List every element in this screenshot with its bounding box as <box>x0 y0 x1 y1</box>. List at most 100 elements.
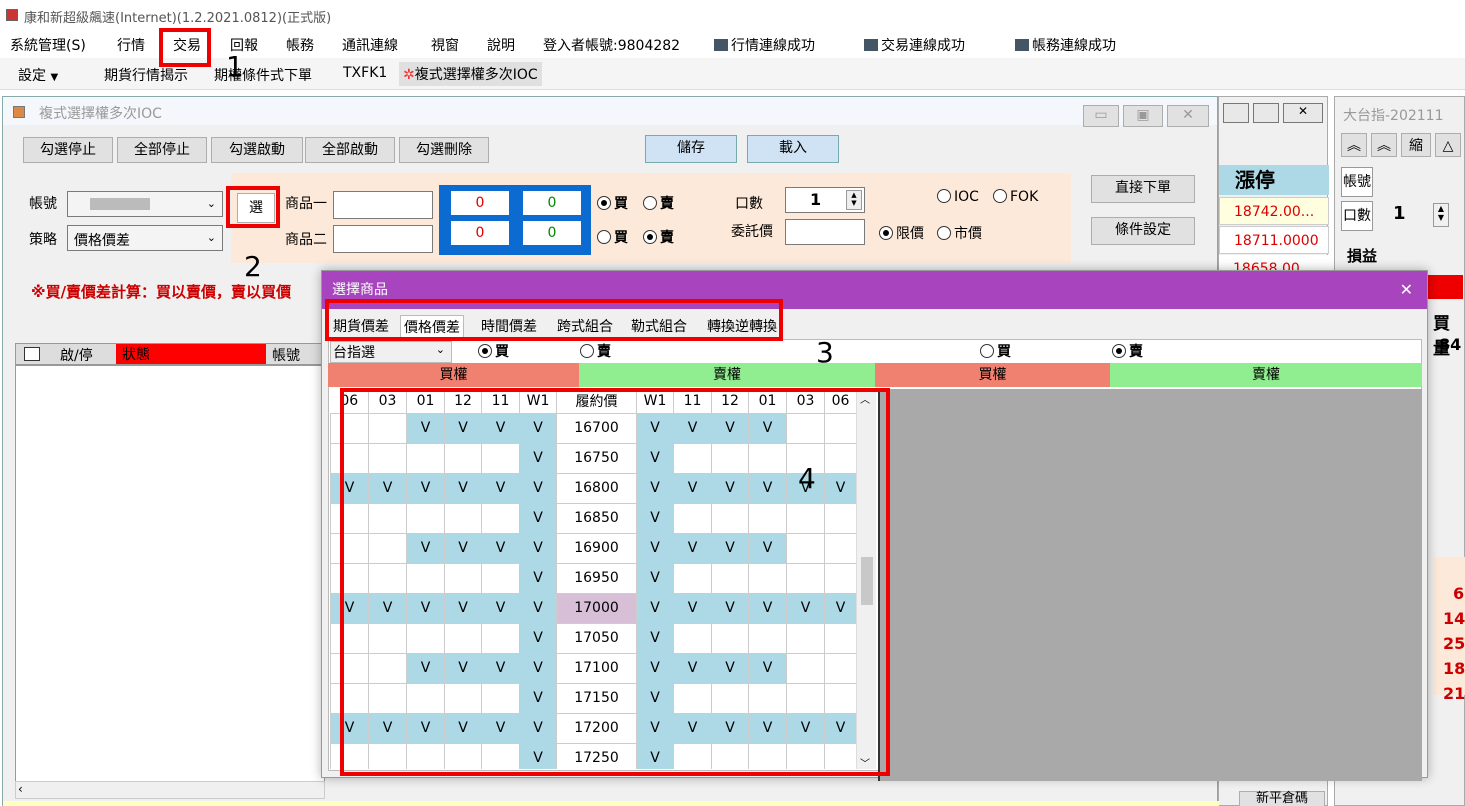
call-option-cell[interactable]: V <box>519 592 557 624</box>
leg2-buy-radio[interactable]: 買 <box>597 227 628 247</box>
put-option-cell[interactable] <box>786 652 825 684</box>
futures-qty-value[interactable]: 1 <box>1393 203 1406 224</box>
put-option-cell[interactable]: V <box>636 682 674 714</box>
price-input[interactable] <box>785 219 865 245</box>
put-option-cell[interactable] <box>786 622 825 654</box>
put-option-cell[interactable] <box>748 562 787 594</box>
ioc-radio[interactable]: IOC <box>937 189 979 205</box>
shrink-button[interactable]: 縮 <box>1401 133 1431 157</box>
fok-radio[interactable]: FOK <box>993 189 1038 205</box>
call-option-cell[interactable] <box>330 652 369 684</box>
put-option-cell[interactable] <box>748 742 787 769</box>
all-stop-button[interactable]: 全部停止 <box>117 137 207 163</box>
call-option-cell[interactable] <box>444 622 482 654</box>
call-option-cell[interactable]: V <box>519 742 557 769</box>
call-option-cell[interactable]: V <box>406 532 445 564</box>
restore-icon[interactable] <box>1223 103 1249 123</box>
call-option-cell[interactable]: V <box>330 712 369 744</box>
put-option-cell[interactable]: V <box>748 532 787 564</box>
put-option-cell[interactable]: V <box>636 502 674 534</box>
all-start-button[interactable]: 全部啟動 <box>305 137 395 163</box>
put-option-cell[interactable] <box>786 532 825 564</box>
call-option-cell[interactable]: V <box>481 712 520 744</box>
minimize-icon[interactable]: ▭ <box>1083 105 1119 127</box>
call-option-cell[interactable] <box>330 412 369 444</box>
call-option-cell[interactable] <box>444 742 482 769</box>
call-option-cell[interactable]: V <box>481 652 520 684</box>
close-icon[interactable]: ✕ <box>1400 271 1413 309</box>
put-option-cell[interactable]: V <box>711 712 749 744</box>
put-option-cell[interactable]: V <box>636 562 674 594</box>
put-option-cell[interactable] <box>711 562 749 594</box>
qty-input[interactable]: 1 ▲ ▼ <box>785 187 865 213</box>
tab-strangle[interactable]: 勒式組合 <box>628 315 690 339</box>
spinner-icon[interactable]: ▲ ▼ <box>846 190 862 210</box>
put-option-cell[interactable]: V <box>748 652 787 684</box>
load-button[interactable]: 載入 <box>747 135 839 163</box>
strategy-select[interactable]: 價格價差 ⌄ <box>67 225 223 251</box>
call-option-cell[interactable] <box>406 502 445 534</box>
call-option-cell[interactable]: V <box>481 532 520 564</box>
select-all-checkbox[interactable] <box>24 347 40 361</box>
checked-delete-button[interactable]: 勾選刪除 <box>399 137 489 163</box>
qty-spinner[interactable]: ▲ ▼ <box>1433 203 1449 227</box>
maximize-icon[interactable]: ▣ <box>1123 105 1163 127</box>
call-option-cell[interactable]: V <box>406 592 445 624</box>
put-option-cell[interactable]: V <box>636 742 674 769</box>
call-option-cell[interactable]: V <box>444 532 482 564</box>
call-option-cell[interactable]: V <box>519 472 557 504</box>
put-option-cell[interactable] <box>673 622 712 654</box>
select-product-button[interactable]: 選 <box>237 193 275 223</box>
call-option-cell[interactable]: V <box>406 472 445 504</box>
put-option-cell[interactable]: V <box>673 592 712 624</box>
call-option-cell[interactable]: V <box>519 412 557 444</box>
put-option-cell[interactable]: V <box>636 592 674 624</box>
menu-connection[interactable]: 通訊連線 <box>342 35 398 55</box>
toolbar-multi-ioc[interactable]: ✲複式選擇權多次IOC <box>399 62 542 86</box>
put-option-cell[interactable] <box>748 502 787 534</box>
put-option-cell[interactable]: V <box>748 592 787 624</box>
call-option-cell[interactable]: V <box>368 592 407 624</box>
call-option-cell[interactable] <box>481 742 520 769</box>
put-option-cell[interactable]: V <box>636 712 674 744</box>
put-option-cell[interactable]: V <box>824 472 857 504</box>
put-option-cell[interactable]: V <box>636 412 674 444</box>
account-select[interactable]: ⌄ <box>67 191 223 217</box>
checked-stop-button[interactable]: 勾選停止 <box>23 137 113 163</box>
market-price-radio[interactable]: 市價 <box>937 223 982 243</box>
put-option-cell[interactable]: V <box>748 412 787 444</box>
left-buy-radio[interactable]: 買 <box>478 341 509 361</box>
call-option-cell[interactable] <box>330 562 369 594</box>
limit-price-radio[interactable]: 限價 <box>879 223 924 243</box>
put-option-cell[interactable]: V <box>824 592 857 624</box>
chevron-up-icon[interactable]: ︽ <box>1341 133 1367 157</box>
call-option-cell[interactable] <box>330 532 369 564</box>
scroll-down-icon[interactable]: ﹀ <box>860 755 870 769</box>
menu-window[interactable]: 視窗 <box>431 35 459 55</box>
call-option-cell[interactable]: V <box>481 412 520 444</box>
index-select[interactable]: 台指選 ⌄ <box>330 341 452 363</box>
put-option-cell[interactable] <box>824 742 857 769</box>
tab-price-spread[interactable]: 價格價差 <box>400 315 464 339</box>
put-option-cell[interactable] <box>673 502 712 534</box>
put-option-cell[interactable] <box>748 622 787 654</box>
menu-trade[interactable]: 交易 <box>173 35 201 55</box>
call-option-cell[interactable] <box>444 682 482 714</box>
settings-dropdown[interactable]: 設定 ▼ <box>18 65 58 85</box>
call-option-cell[interactable]: V <box>519 712 557 744</box>
call-option-cell[interactable] <box>368 622 407 654</box>
call-option-cell[interactable]: V <box>519 682 557 714</box>
call-option-cell[interactable] <box>406 742 445 769</box>
call-option-cell[interactable]: V <box>519 502 557 534</box>
call-option-cell[interactable]: V <box>406 652 445 684</box>
put-option-cell[interactable] <box>786 742 825 769</box>
maximize-icon[interactable] <box>1253 103 1279 123</box>
call-option-cell[interactable] <box>368 442 407 474</box>
put-option-cell[interactable] <box>673 562 712 594</box>
tab-time-spread[interactable]: 時間價差 <box>478 315 540 339</box>
put-option-cell[interactable]: V <box>824 712 857 744</box>
leg2-sell-radio[interactable]: 賣 <box>643 227 674 247</box>
call-option-cell[interactable]: V <box>330 592 369 624</box>
put-option-cell[interactable] <box>673 442 712 474</box>
put-option-cell[interactable]: V <box>673 412 712 444</box>
